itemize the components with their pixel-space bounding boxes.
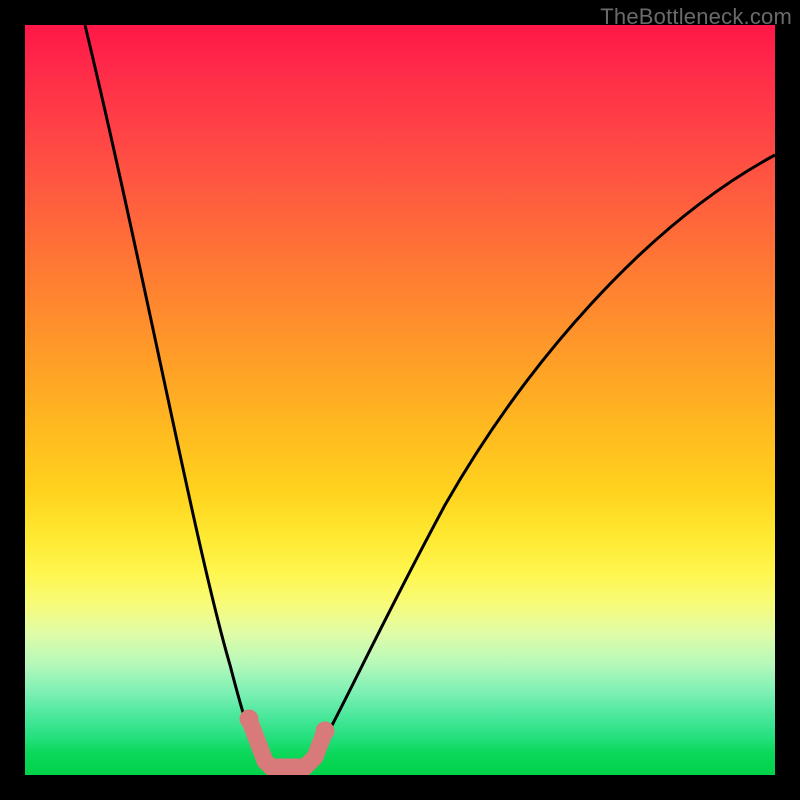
- curve-right: [313, 155, 775, 759]
- curve-left: [85, 25, 263, 760]
- chart-frame: [25, 25, 775, 775]
- marker-dot-1: [248, 718, 250, 720]
- bottleneck-curve: [25, 25, 775, 775]
- marker-dot-2: [324, 730, 326, 732]
- watermark-text: TheBottleneck.com: [600, 4, 792, 30]
- marker-cluster: [248, 718, 326, 767]
